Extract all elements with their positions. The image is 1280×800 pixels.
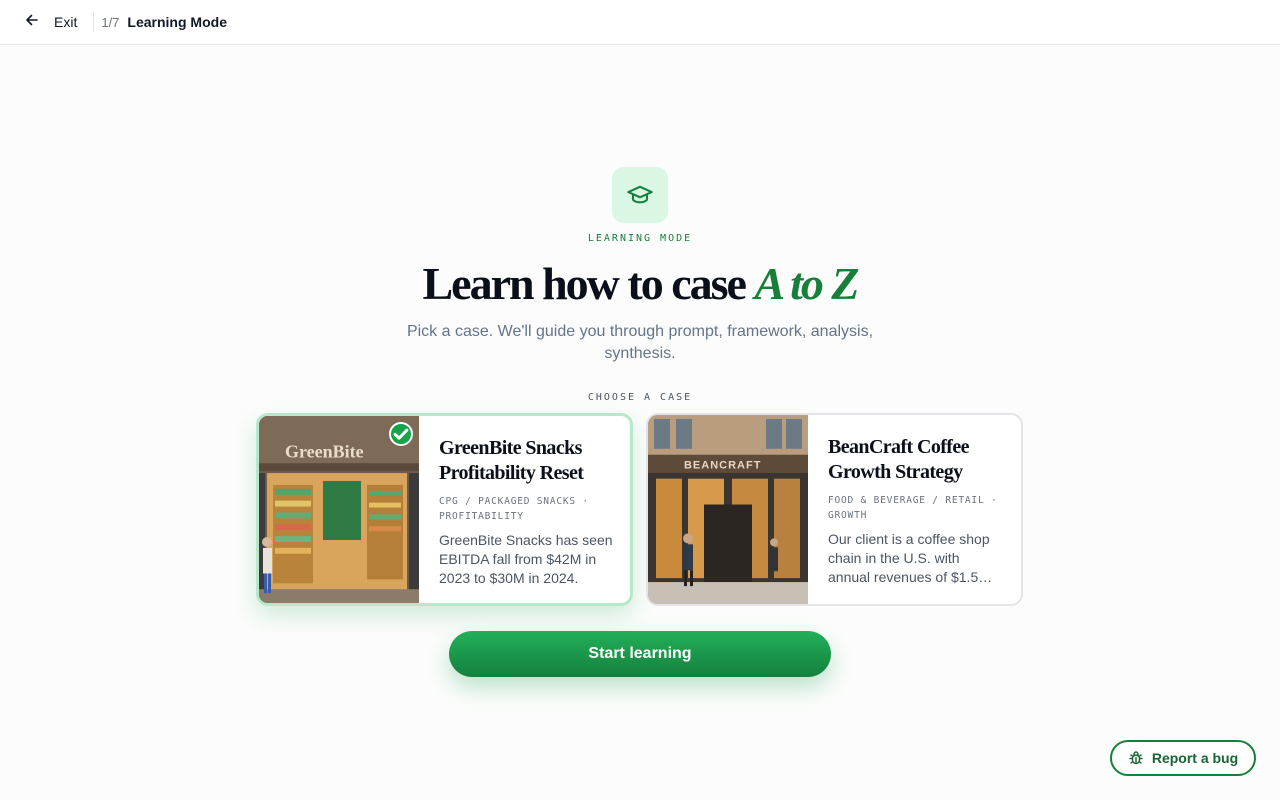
report-bug-label: Report a bug <box>1151 750 1239 766</box>
case-card-beancraft[interactable]: BEANCRAFT BeanCraft Coffee Growth Strate… <box>646 413 1023 606</box>
step-counter: 1/7 <box>101 14 120 30</box>
report-bug-button[interactable]: Report a bug <box>1110 740 1256 776</box>
case-title: GreenBite Snacks Profitability Reset <box>439 437 584 484</box>
case-image-beancraft: BEANCRAFT <box>648 415 808 604</box>
exit-button[interactable]: Exit <box>0 0 93 44</box>
case-title: BeanCraft Coffee Growth Strategy <box>828 436 970 483</box>
headline-accent: A to Z <box>754 258 859 309</box>
hero-subtitle: Pick a case. We'll guide you through pro… <box>406 323 874 362</box>
hero-eyebrow: LEARNING MODE <box>587 233 693 244</box>
bug-icon <box>1128 750 1144 766</box>
case-card-body: BeanCraft Coffee Growth Strategy FOOD & … <box>808 415 1021 604</box>
headline-main: Learn how to case <box>422 258 755 309</box>
case-card-greenbite[interactable]: GreenBite GreenBite Snacks Profitability… <box>256 413 633 606</box>
exit-label: Exit <box>54 14 78 30</box>
case-description: GreenBite Snacks has seen EBITDA fall fr… <box>439 532 613 586</box>
storefront-sign: GreenBite <box>285 441 364 461</box>
page-title: Learning Mode <box>127 14 227 30</box>
graduation-cap-icon <box>612 167 668 223</box>
storefront-sign: BEANCRAFT <box>684 460 761 472</box>
case-image-greenbite: GreenBite <box>259 416 419 603</box>
case-card-body: GreenBite Snacks Profitability Reset CPG… <box>419 416 630 603</box>
case-tags: CPG / PACKAGED SNACKS · PROFITABILITY <box>439 496 589 522</box>
top-bar: Exit 1/7 Learning Mode <box>0 0 1280 45</box>
selected-check-icon <box>389 422 413 446</box>
arrow-left-icon <box>24 12 40 33</box>
case-description: Our client is a coffee shop chain in the… <box>828 531 990 585</box>
start-learning-button[interactable]: Start learning <box>449 631 831 677</box>
case-tags: FOOD & BEVERAGE / RETAIL · GROWTH <box>828 495 998 521</box>
header-divider <box>93 12 95 32</box>
choose-case-label: CHOOSE A CASE <box>587 392 693 403</box>
hero-headline: Learn how to case A to Z <box>0 256 1280 312</box>
